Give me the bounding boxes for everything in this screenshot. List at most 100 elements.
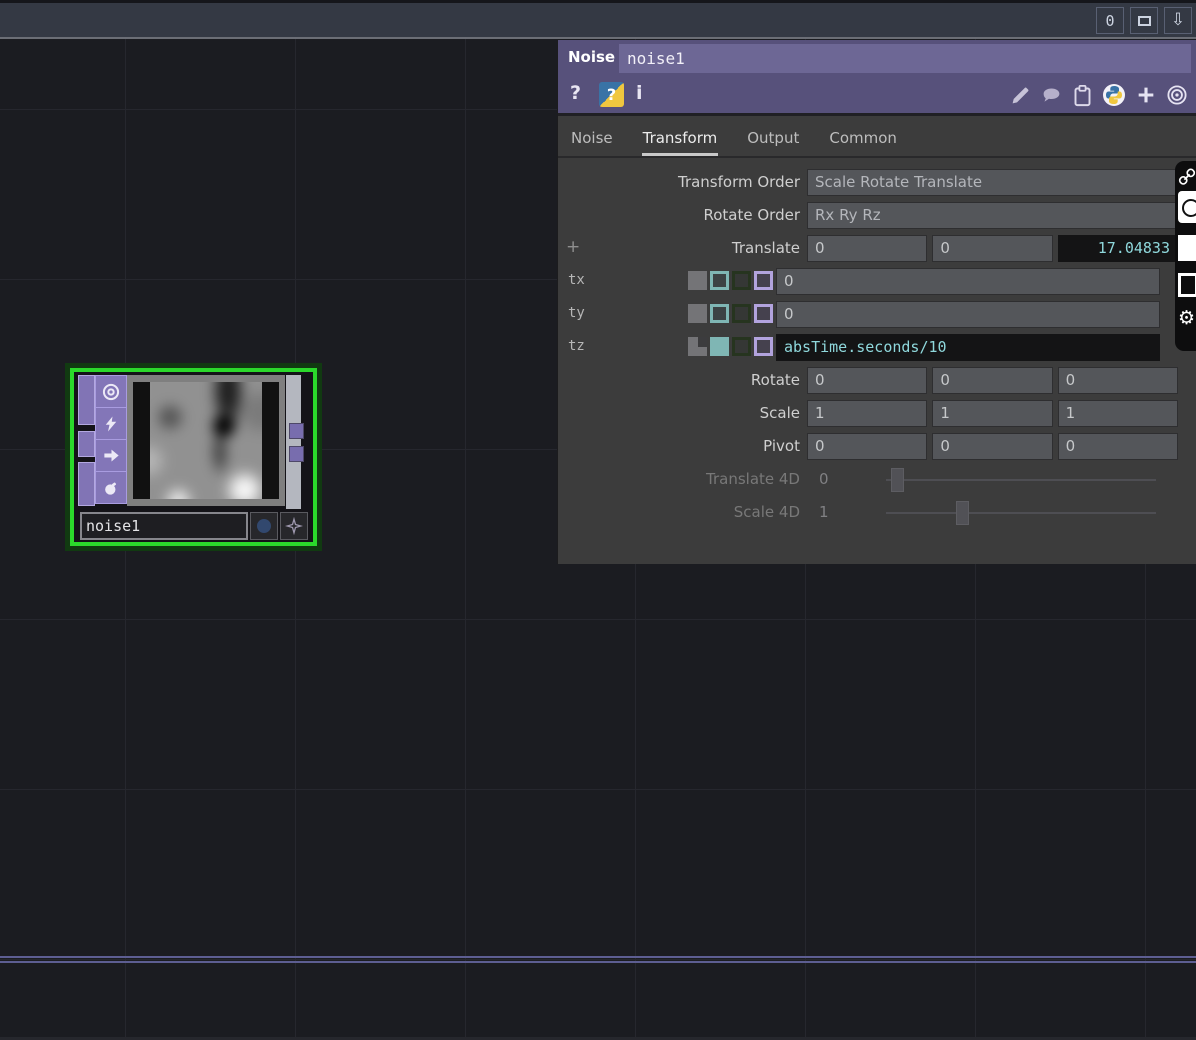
rotate-order-menu[interactable]: Rx Ry Rz (807, 202, 1178, 229)
node-name-text: noise1 (86, 517, 140, 535)
node-port-tab[interactable] (78, 431, 95, 457)
param-label: Rotate Order (558, 202, 807, 229)
param-label: Scale (558, 400, 807, 427)
param-row-transform-order: Transform Order Scale Rotate Translate (558, 169, 1178, 196)
param-row-translate: + Translate 0 0 17.04833 (558, 235, 1178, 262)
translate-z-field[interactable]: 17.04833 (1058, 235, 1178, 262)
translate-y-field[interactable]: 0 (932, 235, 1052, 262)
mode-bind-button[interactable] (754, 337, 773, 356)
node-port-tab[interactable] (78, 462, 95, 506)
param-subrow-ty: ty 0 (558, 301, 1178, 328)
mode-constant-button[interactable] (688, 337, 707, 356)
clipboard-copy-button[interactable] (1072, 84, 1093, 107)
message-counter-button[interactable]: 0 (1096, 7, 1124, 34)
parameter-dialog-header[interactable]: Noise noise1 (558, 40, 1196, 77)
add-parameter-button[interactable] (1135, 84, 1157, 106)
node-display-flag-button[interactable] (280, 512, 308, 540)
mode-export-button[interactable] (732, 337, 751, 356)
down-arrow-icon: ⇩ (1171, 12, 1185, 29)
bomb-icon (102, 478, 121, 497)
node-name-field[interactable]: noise1 (80, 512, 248, 540)
lock-flag-button[interactable] (95, 471, 127, 504)
scale-z-field[interactable]: 1 (1058, 400, 1178, 427)
node-viewer[interactable] (133, 382, 279, 499)
link-icon (1178, 168, 1196, 186)
param-channel-label: ty (568, 305, 585, 321)
rotate-x-field[interactable]: 0 (807, 367, 927, 394)
viewer-icon (101, 382, 121, 402)
node-output-strip (286, 375, 301, 509)
parameter-side-toolbar: ⚙ (1175, 161, 1196, 351)
pivot-x-field[interactable]: 0 (807, 433, 927, 460)
cook-flag-button[interactable] (95, 439, 127, 472)
outline-square-button[interactable] (1178, 273, 1196, 297)
arrow-right-icon (102, 446, 121, 465)
pivot-z-field[interactable]: 0 (1058, 433, 1178, 460)
param-row-scale4d: Scale 4D 1 (558, 499, 1178, 526)
node-port-tab[interactable] (78, 375, 95, 425)
node-output-connector[interactable] (289, 446, 304, 462)
mode-constant-button[interactable] (688, 304, 707, 323)
mode-constant-button[interactable] (688, 271, 707, 290)
tab-common[interactable]: Common (828, 120, 898, 156)
param-label: Rotate (558, 367, 807, 394)
language-link-button[interactable] (1178, 168, 1196, 190)
ty-value-field[interactable]: 0 (776, 301, 1160, 328)
node-viewer-frame (127, 375, 285, 506)
mode-expression-button[interactable] (710, 337, 729, 356)
dock-down-button[interactable]: ⇩ (1164, 7, 1192, 34)
tz-expression-field[interactable]: absTime.seconds/10 (776, 334, 1160, 361)
viewer-flag-button[interactable] (95, 375, 127, 408)
tx-value-field[interactable]: 0 (776, 268, 1160, 295)
python-button[interactable] (1102, 83, 1126, 107)
translate-x-field[interactable]: 0 (807, 235, 927, 262)
edit-pencil-button[interactable] (1010, 85, 1031, 106)
param-row-pivot: Pivot 0 0 0 (558, 433, 1178, 460)
parameter-dialog-toolbar: ? ? i (558, 77, 1196, 116)
python-help-button[interactable]: ? (599, 82, 624, 107)
mode-expression-button[interactable] (710, 304, 729, 323)
mode-bind-button[interactable] (754, 304, 773, 323)
param-label: Translate 4D (558, 466, 807, 493)
bypass-flag-button[interactable] (95, 407, 127, 440)
viewer-camera-button[interactable] (1178, 191, 1196, 223)
transform-order-menu[interactable]: Scale Rotate Translate (807, 169, 1178, 196)
mode-export-button[interactable] (732, 271, 751, 290)
target-button[interactable] (1166, 84, 1188, 106)
parameter-tabs: Noise Transform Output Common (558, 119, 1196, 158)
operator-name-field[interactable]: noise1 (619, 44, 1191, 73)
maximize-window-button[interactable] (1130, 7, 1158, 34)
noise-preview-image (150, 382, 262, 499)
scale-y-field[interactable]: 1 (932, 400, 1052, 427)
expand-toggle[interactable]: + (566, 237, 580, 257)
tab-noise[interactable]: Noise (570, 120, 614, 156)
network-origin-line (0, 956, 1196, 963)
mode-bind-button[interactable] (754, 271, 773, 290)
node-render-flag-button[interactable] (250, 512, 278, 540)
translate4d-slider[interactable] (886, 468, 1156, 492)
rotate-y-field[interactable]: 0 (932, 367, 1052, 394)
rotate-z-field[interactable]: 0 (1058, 367, 1178, 394)
help-button[interactable]: ? (570, 82, 581, 104)
param-row-rotate-order: Rotate Order Rx Ry Rz (558, 202, 1178, 229)
pivot-y-field[interactable]: 0 (932, 433, 1052, 460)
scale4d-slider[interactable] (886, 501, 1156, 525)
tab-transform[interactable]: Transform (642, 120, 719, 156)
param-channel-label: tz (568, 338, 585, 354)
mode-export-button[interactable] (732, 304, 751, 323)
filled-square-button[interactable] (1178, 235, 1196, 261)
info-button[interactable]: i (636, 82, 643, 104)
slider-handle[interactable] (891, 468, 904, 492)
mode-expression-button[interactable] (710, 271, 729, 290)
node-output-connector[interactable] (289, 423, 304, 439)
slider-track (886, 479, 1156, 481)
node-noise1[interactable]: noise1 (70, 368, 317, 546)
settings-gear-button[interactable]: ⚙ (1178, 309, 1195, 328)
network-editor-canvas[interactable]: 0 ⇩ (0, 0, 1196, 1040)
slider-handle[interactable] (956, 501, 969, 525)
topbar-button-group: 0 ⇩ (1096, 7, 1192, 34)
tab-output[interactable]: Output (746, 120, 800, 156)
node-flag-column (95, 375, 127, 503)
comment-bubble-button[interactable] (1040, 85, 1063, 106)
scale-x-field[interactable]: 1 (807, 400, 927, 427)
